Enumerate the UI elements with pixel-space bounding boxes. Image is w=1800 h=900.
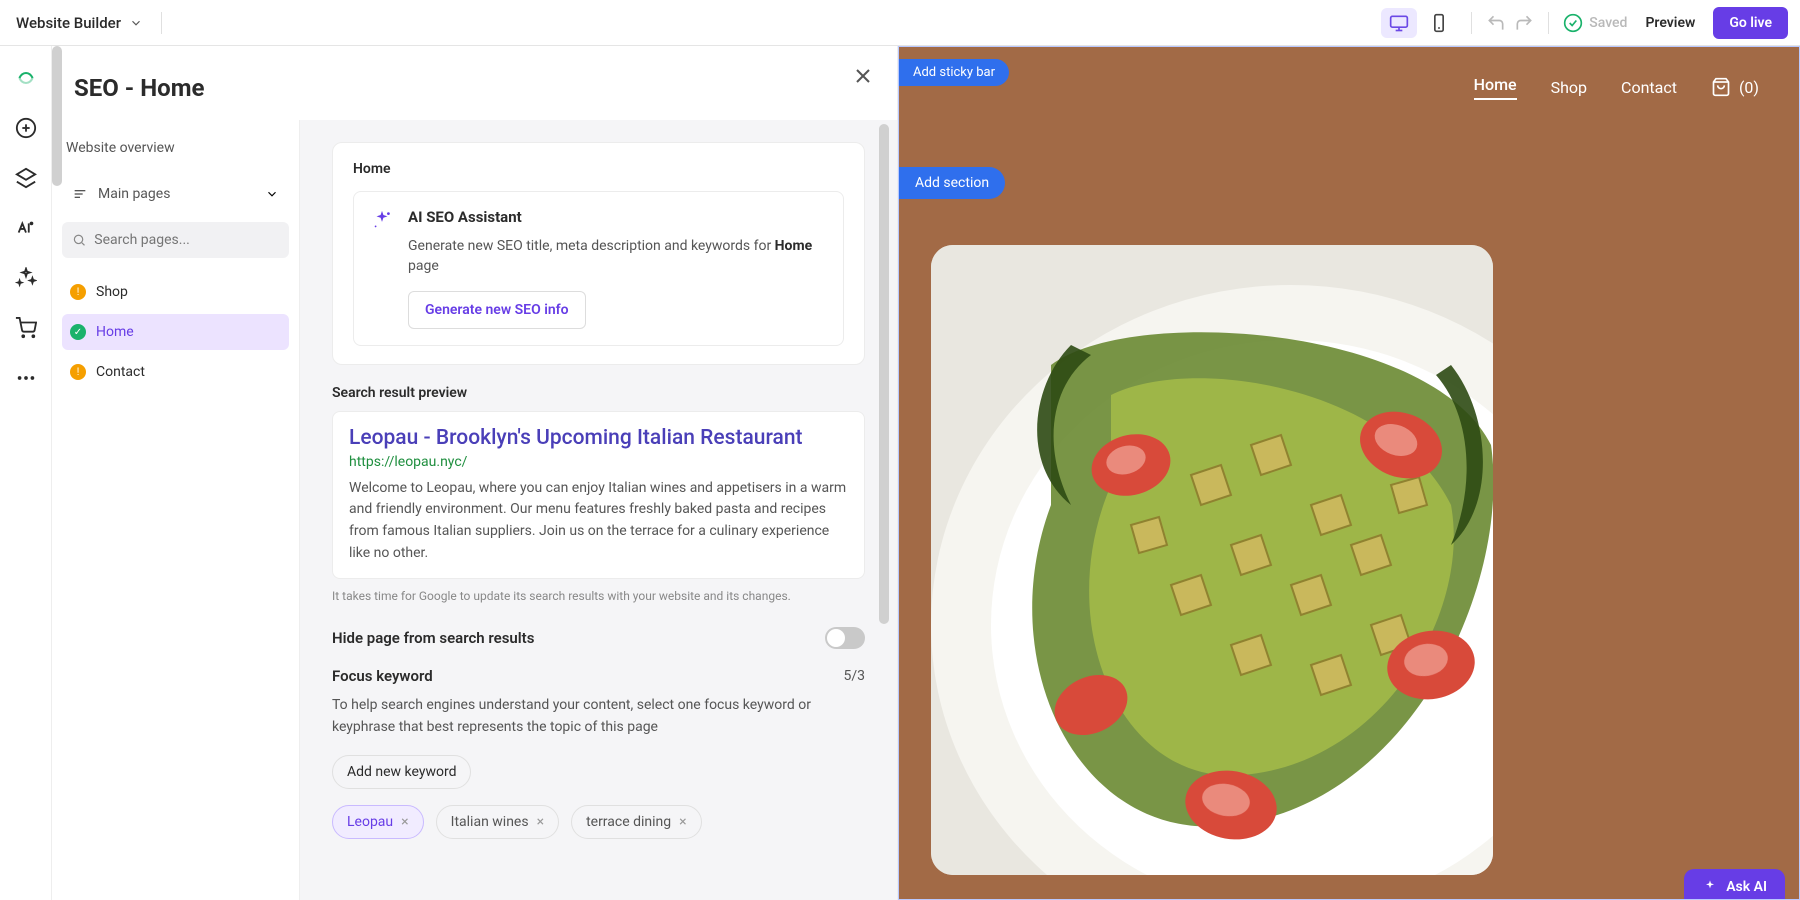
sparkle-icon [370, 208, 394, 232]
cart-button[interactable]: (0) [1711, 77, 1759, 97]
mobile-icon [1429, 13, 1449, 33]
hide-from-search-label: Hide page from search results [332, 629, 534, 647]
search-result-preview: Leopau - Brooklyn's Upcoming Italian Res… [332, 411, 865, 580]
seo-panel: SEO - Home Website overview Main pages [52, 46, 898, 900]
saved-label: Saved [1589, 15, 1627, 31]
home-card: Home AI SEO Assistant Generate new SEO t… [332, 142, 865, 365]
scrollbar-thumb[interactable] [879, 124, 889, 624]
tool-rail [0, 46, 52, 900]
ecommerce-button[interactable] [14, 316, 38, 340]
more-button[interactable] [14, 366, 38, 390]
keyword-chips-row: Leopau × Italian wines × terrace dining … [332, 805, 865, 839]
shopping-bag-icon [1711, 77, 1731, 97]
mobile-device-button[interactable] [1421, 8, 1457, 38]
remove-chip-icon[interactable]: × [679, 814, 686, 830]
close-icon[interactable] [851, 64, 875, 88]
add-keyword-button[interactable]: Add new keyword [332, 755, 471, 789]
panel-body: Website overview Main pages ! Shop [52, 120, 897, 900]
generate-seo-button[interactable]: Generate new SEO info [408, 291, 586, 329]
page-item-home[interactable]: ✓ Home [62, 314, 289, 350]
status-warning-icon: ! [70, 284, 86, 300]
scrollbar-thumb[interactable] [52, 46, 62, 186]
page-label: Shop [96, 284, 128, 300]
ask-ai-button[interactable]: Ask AI [1684, 869, 1785, 899]
nav-home[interactable]: Home [1474, 75, 1517, 100]
cart-count: (0) [1739, 78, 1759, 97]
save-status: Saved [1563, 13, 1627, 33]
main-pages-label: Main pages [98, 186, 170, 202]
hero-image[interactable] [931, 245, 1493, 875]
focus-keyword-description: To help search engines understand your c… [332, 695, 865, 738]
focus-keyword-header: Focus keyword 5/3 [332, 667, 865, 685]
page-item-contact[interactable]: ! Contact [62, 354, 289, 390]
redo-icon[interactable] [1514, 13, 1534, 33]
search-input[interactable] [94, 232, 279, 248]
main-pages-toggle[interactable]: Main pages [62, 176, 289, 212]
remove-chip-icon[interactable]: × [401, 814, 408, 830]
search-preview-heading: Search result preview [332, 385, 865, 401]
keyword-chip[interactable]: Italian wines × [436, 805, 559, 839]
search-icon [72, 232, 86, 248]
chevron-down-icon [265, 187, 279, 201]
hide-from-search-toggle[interactable] [825, 627, 865, 649]
add-section-button[interactable]: Add section [899, 167, 1005, 199]
hide-from-search-row: Hide page from search results [332, 627, 865, 649]
list-icon [72, 186, 88, 202]
preview-button[interactable]: Preview [1635, 9, 1705, 37]
website-canvas[interactable]: Add sticky bar Add section Home Shop Con… [898, 46, 1800, 900]
topbar: Website Builder Saved Preview Go live [0, 0, 1800, 46]
topbar-actions: Saved Preview Go live [1381, 7, 1788, 39]
page-label: Home [96, 324, 134, 340]
keyword-chip[interactable]: terrace dining × [571, 805, 702, 839]
brand-label: Website Builder [16, 14, 121, 32]
serp-description: Welcome to Leopau, where you can enjoy I… [349, 478, 848, 565]
nav-shop[interactable]: Shop [1551, 78, 1587, 97]
scrollbar[interactable] [883, 120, 893, 900]
undo-icon[interactable] [1486, 13, 1506, 33]
ai-assistant-description: Generate new SEO title, meta description… [408, 236, 827, 277]
typography-button[interactable] [14, 216, 38, 240]
page-item-shop[interactable]: ! Shop [62, 274, 289, 310]
layers-button[interactable] [14, 166, 38, 190]
focus-keyword-count: 5/3 [843, 668, 865, 684]
status-warning-icon: ! [70, 364, 86, 380]
ai-tools-button[interactable] [14, 266, 38, 290]
focus-keyword-label: Focus keyword [332, 667, 433, 685]
ai-assistant-title: AI SEO Assistant [408, 208, 827, 226]
keyword-chips: Add new keyword [332, 755, 865, 789]
brand-dropdown[interactable]: Website Builder [12, 12, 162, 34]
status-ok-icon: ✓ [70, 324, 86, 340]
google-update-note: It takes time for Google to update its s… [332, 589, 865, 603]
keyword-chip[interactable]: Leopau × [332, 805, 424, 839]
desktop-icon [1389, 13, 1409, 33]
divider [1471, 12, 1472, 34]
seo-content: Home AI SEO Assistant Generate new SEO t… [300, 120, 897, 900]
page-label: Contact [96, 364, 145, 380]
search-pages[interactable] [62, 222, 289, 258]
pages-sidebar: Website overview Main pages ! Shop [52, 120, 300, 900]
main: SEO - Home Website overview Main pages [0, 46, 1800, 900]
scrollbar[interactable] [52, 46, 62, 900]
site-navigation: Home Shop Contact (0) [899, 47, 1799, 127]
device-switch [1381, 8, 1457, 38]
website-overview-link[interactable]: Website overview [62, 134, 289, 166]
chevron-down-icon [129, 16, 143, 30]
remove-chip-icon[interactable]: × [537, 814, 544, 830]
go-live-button[interactable]: Go live [1713, 7, 1788, 39]
desktop-device-button[interactable] [1381, 8, 1417, 38]
nav-contact[interactable]: Contact [1621, 78, 1677, 97]
page-list: ! Shop ✓ Home ! Contact [62, 274, 289, 390]
panel-title: SEO - Home [74, 74, 875, 102]
sparkle-icon [1702, 879, 1718, 895]
serp-url: https://leopau.nyc/ [349, 454, 848, 470]
check-circle-icon [1563, 13, 1583, 33]
card-title: Home [353, 161, 844, 177]
add-element-button[interactable] [14, 116, 38, 140]
panel-header: SEO - Home [52, 46, 897, 120]
divider [1548, 12, 1549, 34]
logo-icon[interactable] [14, 66, 38, 90]
divider [161, 12, 162, 34]
serp-title: Leopau - Brooklyn's Upcoming Italian Res… [349, 426, 848, 450]
